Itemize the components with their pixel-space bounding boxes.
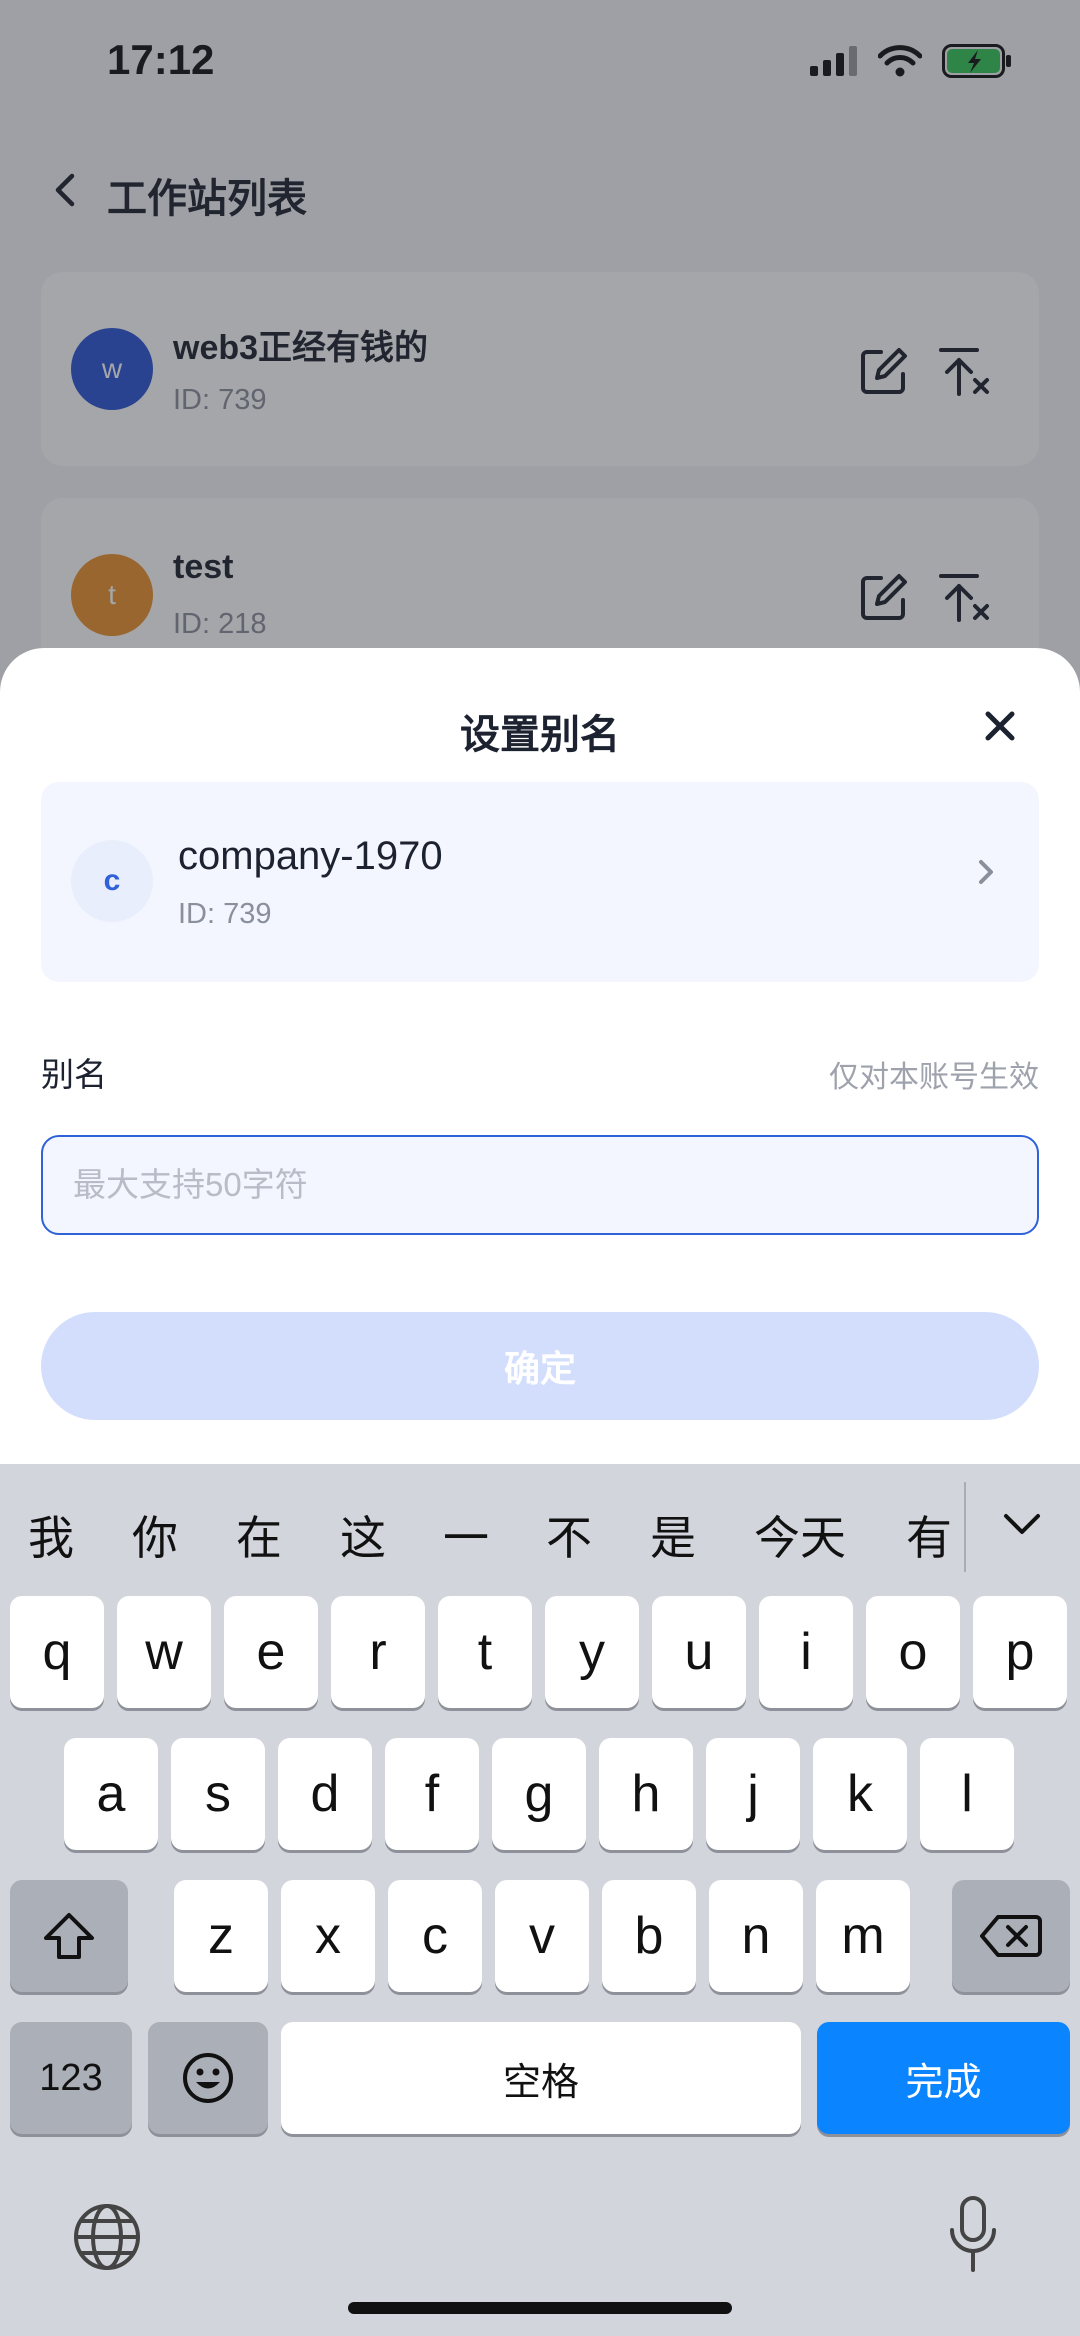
candidate-word[interactable]: 不 — [546, 1502, 592, 1568]
candidate-word[interactable]: 是 — [650, 1502, 696, 1568]
key-i[interactable]: i — [759, 1596, 853, 1708]
set-alias-sheet: 设置别名 c company-1970 ID: 739 别名 仅对本账号生效 确… — [0, 648, 1080, 1468]
key-a[interactable]: a — [64, 1738, 158, 1850]
candidate-word[interactable]: 今天 — [754, 1502, 846, 1568]
key-p[interactable]: p — [973, 1596, 1067, 1708]
candidate-bar: 我 你 在 这 一 不 是 今天 有 — [0, 1464, 1080, 1594]
backspace-key[interactable] — [952, 1880, 1070, 1992]
done-key[interactable]: 完成 — [817, 2022, 1070, 2134]
key-y[interactable]: y — [545, 1596, 639, 1708]
key-o[interactable]: o — [866, 1596, 960, 1708]
keyboard: 我 你 在 这 一 不 是 今天 有 q w e r t y u i o p a… — [0, 1464, 1080, 2336]
workstation-avatar: c — [71, 840, 153, 922]
globe-icon[interactable] — [72, 2202, 142, 2272]
key-t[interactable]: t — [438, 1596, 532, 1708]
close-icon[interactable] — [978, 704, 1022, 748]
key-m[interactable]: m — [816, 1880, 910, 1992]
key-v[interactable]: v — [495, 1880, 589, 1992]
key-d[interactable]: d — [278, 1738, 372, 1850]
modal-backdrop[interactable] — [0, 0, 1080, 700]
chevron-down-icon[interactable] — [1002, 1510, 1042, 1540]
key-h[interactable]: h — [599, 1738, 693, 1850]
key-w[interactable]: w — [117, 1596, 211, 1708]
emoji-key[interactable] — [148, 2022, 268, 2134]
shift-key[interactable] — [10, 1880, 128, 1992]
key-g[interactable]: g — [492, 1738, 586, 1850]
shift-icon — [44, 1913, 94, 1959]
key-u[interactable]: u — [652, 1596, 746, 1708]
alias-label: 别名 — [41, 1056, 107, 1093]
numbers-key[interactable]: 123 — [10, 2022, 132, 2134]
key-e[interactable]: e — [224, 1596, 318, 1708]
candidate-word[interactable]: 我 — [28, 1502, 74, 1568]
key-r[interactable]: r — [331, 1596, 425, 1708]
microphone-icon[interactable] — [948, 2196, 998, 2274]
key-s[interactable]: s — [171, 1738, 265, 1850]
candidate-word[interactable]: 你 — [132, 1502, 178, 1568]
key-c[interactable]: c — [388, 1880, 482, 1992]
alias-hint: 仅对本账号生效 — [829, 1061, 1039, 1094]
candidate-divider — [964, 1482, 966, 1572]
alias-input[interactable] — [41, 1135, 1039, 1235]
candidate-word[interactable]: 有 — [906, 1502, 952, 1568]
key-l[interactable]: l — [920, 1738, 1014, 1850]
home-indicator — [348, 2302, 732, 2314]
key-j[interactable]: j — [706, 1738, 800, 1850]
candidate-word[interactable]: 在 — [236, 1502, 282, 1568]
key-q[interactable]: q — [10, 1596, 104, 1708]
workstation-name: company-1970 — [178, 834, 443, 878]
confirm-button[interactable]: 确定 — [41, 1312, 1039, 1420]
workstation-id: ID: 739 — [178, 898, 272, 930]
key-x[interactable]: x — [281, 1880, 375, 1992]
candidate-word[interactable]: 这 — [340, 1502, 386, 1568]
key-b[interactable]: b — [602, 1880, 696, 1992]
key-z[interactable]: z — [174, 1880, 268, 1992]
space-key[interactable]: 空格 — [281, 2022, 801, 2134]
backspace-icon — [980, 1915, 1042, 1957]
emoji-icon — [183, 2053, 233, 2103]
candidate-word[interactable]: 一 — [443, 1502, 489, 1568]
key-n[interactable]: n — [709, 1880, 803, 1992]
workstation-selector[interactable]: c company-1970 ID: 739 — [41, 782, 1039, 982]
key-k[interactable]: k — [813, 1738, 907, 1850]
key-f[interactable]: f — [385, 1738, 479, 1850]
chevron-right-icon — [979, 860, 993, 884]
sheet-title: 设置别名 — [460, 713, 620, 757]
